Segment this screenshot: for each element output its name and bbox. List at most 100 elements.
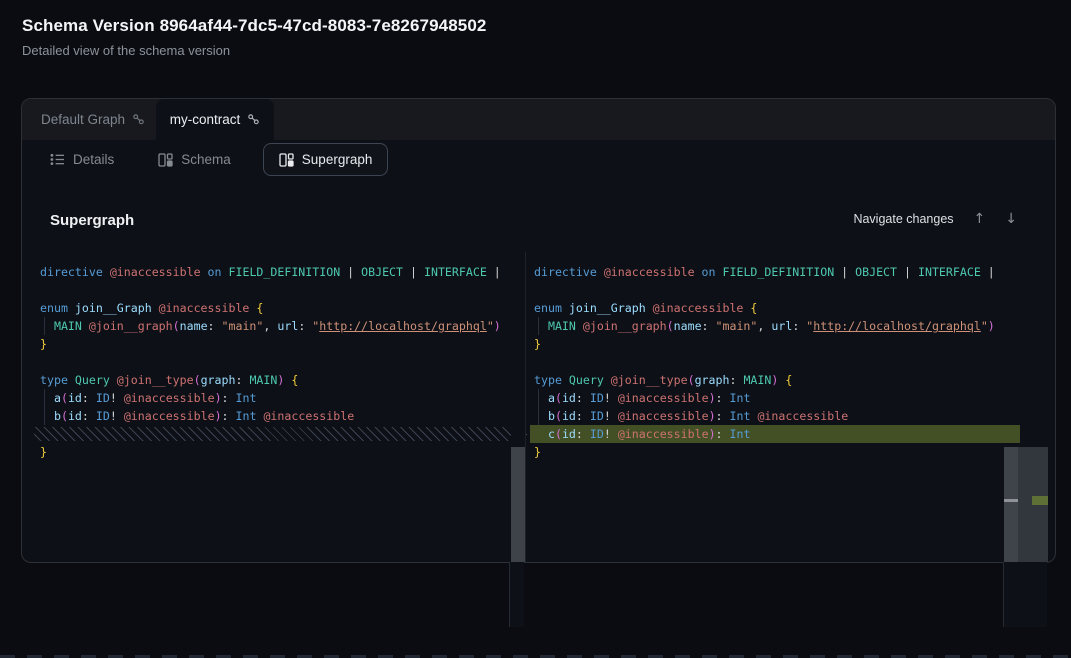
left-scrollbar-overflow-column (509, 562, 524, 627)
code-token (534, 319, 548, 333)
code-token: ) (494, 319, 501, 333)
subtab-details[interactable]: Details (40, 144, 124, 175)
code-line: b(id: ID! @inaccessible): Int @inaccessi… (40, 407, 511, 425)
tab-default-graph[interactable]: Default Graph (41, 99, 145, 140)
tab-my-contract-label: my-contract (170, 112, 241, 127)
code-line: } (40, 443, 511, 461)
code-token: "main" (716, 319, 758, 333)
code-token: ) (709, 391, 716, 405)
diff-pane-modified[interactable]: directive @inaccessible on FIELD_DEFINIT… (526, 252, 1020, 563)
code-token: : (298, 319, 312, 333)
navigate-changes-label: Navigate changes (853, 212, 953, 226)
code-token: ! (110, 409, 117, 423)
code-token (82, 319, 89, 333)
subtab-supergraph[interactable]: Supergraph (263, 143, 389, 176)
code-token: ID (96, 409, 110, 423)
code-token (68, 301, 75, 315)
code-token: ( (555, 409, 562, 423)
code-token (40, 391, 54, 405)
code-token (716, 265, 723, 279)
code-token: @inaccessible (653, 301, 744, 315)
view-subtabs: Details Schema Supergraph (22, 140, 1055, 179)
code-token (117, 409, 124, 423)
code-token: b (548, 409, 555, 423)
code-token: } (534, 337, 541, 351)
code-token: : (716, 391, 730, 405)
right-minimap-overflow-column (1003, 562, 1047, 627)
code-token: { (785, 373, 792, 387)
code-line: MAIN @join__graph(name: "main", url: "ht… (534, 317, 1020, 335)
code-token: @join__type (611, 373, 688, 387)
code-token: on (702, 265, 716, 279)
diff-gap-placeholder (34, 425, 511, 443)
code-token: Int (236, 391, 257, 405)
code-token: ( (61, 409, 68, 423)
code-token: @inaccessible (618, 391, 709, 405)
code-token: ( (688, 373, 695, 387)
left-pane-scrollbar[interactable] (511, 447, 525, 563)
code-token: @inaccessible (618, 409, 709, 423)
code-line: b(id: ID! @inaccessible): Int @inaccessi… (534, 407, 1020, 425)
code-token: join__Graph (75, 301, 152, 315)
code-token (562, 373, 569, 387)
code-token: @join__graph (89, 319, 173, 333)
tab-my-contract[interactable]: my-contract (156, 99, 274, 140)
code-token: ( (61, 391, 68, 405)
right-pane-scrollbar[interactable] (1004, 447, 1018, 563)
code-token (152, 301, 159, 315)
code-token (611, 391, 618, 405)
code-token: id (562, 409, 576, 423)
code-token (40, 409, 54, 423)
code-token: enum (40, 301, 68, 315)
code-token: MAIN (249, 373, 277, 387)
minimap-slider[interactable] (1018, 447, 1048, 563)
code-token: : (208, 319, 222, 333)
supergraph-diff-editor: directive @inaccessible on FIELD_DEFINIT… (23, 252, 1056, 563)
overview-ruler-cursor-mark (1004, 499, 1018, 502)
code-line (534, 281, 1020, 299)
graph-tabstrip: Default Graph my-contract (22, 99, 1055, 140)
navigate-next-change-button[interactable]: ↓ (1005, 211, 1017, 227)
subtab-schema-label: Schema (181, 152, 231, 167)
code-url-link[interactable]: http://localhost/graphql (319, 319, 487, 333)
code-token: a (54, 391, 61, 405)
subtab-schema[interactable]: Schema (148, 144, 241, 175)
code-token: } (534, 445, 541, 459)
code-token: FIELD_DEFINITION (229, 265, 341, 279)
panels-icon (158, 153, 173, 167)
overview-ruler-added-mark (1032, 496, 1048, 505)
code-token: | (340, 265, 361, 279)
code-token (562, 301, 569, 315)
code-token: @join__type (117, 373, 194, 387)
code-token: : (82, 409, 96, 423)
code-token: ( (555, 427, 562, 441)
code-token: @inaccessible (159, 301, 250, 315)
code-token: graph (695, 373, 730, 387)
code-line: enum join__Graph @inaccessible { (40, 299, 511, 317)
code-token: { (291, 373, 298, 387)
code-token: } (40, 337, 47, 351)
diff-pane-original[interactable]: directive @inaccessible on FIELD_DEFINIT… (23, 252, 511, 563)
code-token: id (562, 427, 576, 441)
code-token: : (729, 373, 743, 387)
code-token: ! (604, 409, 611, 423)
code-token: ( (194, 373, 201, 387)
navigate-previous-change-button[interactable]: ↑ (974, 211, 986, 227)
code-line: a(id: ID! @inaccessible): Int (534, 389, 1020, 407)
code-token: ( (173, 319, 180, 333)
code-token: c (548, 427, 555, 441)
code-token: " (981, 319, 988, 333)
code-token: url (771, 319, 792, 333)
code-token: INTERFACE (424, 265, 487, 279)
code-token: id (562, 391, 576, 405)
code-token: Int (236, 409, 257, 423)
code-token: ! (604, 427, 611, 441)
code-token: directive (40, 265, 103, 279)
page-title: Schema Version 8964af44-7dc5-47cd-8083-7… (22, 16, 486, 36)
code-token: type (534, 373, 562, 387)
navigate-changes-controls: Navigate changes ↑ ↓ (853, 211, 1017, 227)
code-token: : (82, 391, 96, 405)
code-token: MAIN (548, 319, 576, 333)
code-token: ID (96, 391, 110, 405)
code-url-link[interactable]: http://localhost/graphql (813, 319, 981, 333)
